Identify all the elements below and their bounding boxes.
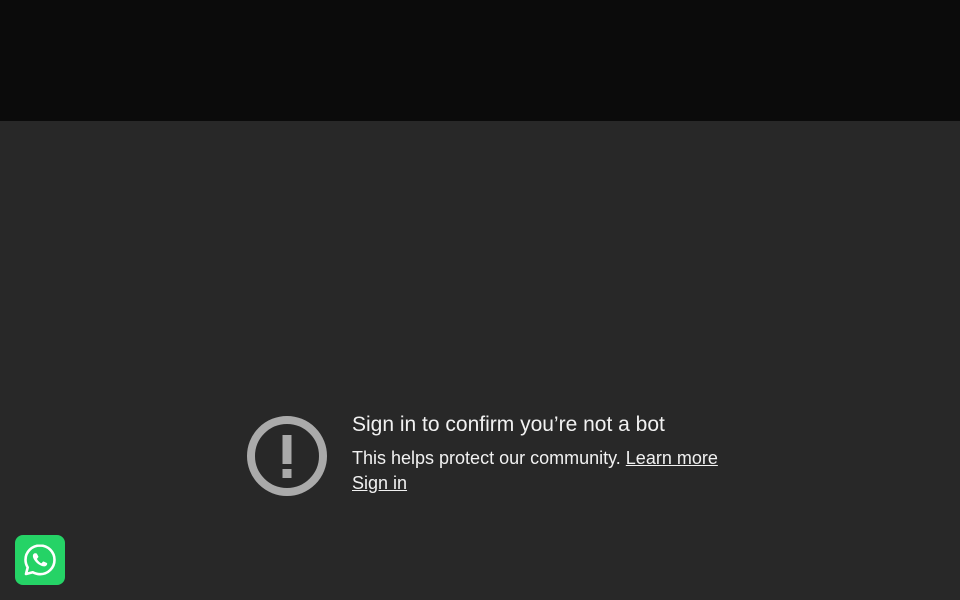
content-area	[0, 121, 960, 600]
notice-description-text: This helps protect our community.	[352, 448, 621, 468]
bot-check-message: Sign in to confirm you’re not a bot This…	[352, 410, 772, 496]
sign-in-link[interactable]: Sign in	[352, 473, 407, 493]
learn-more-link[interactable]: Learn more	[626, 448, 718, 468]
sign-in-row: Sign in	[352, 471, 772, 496]
exclamation-circle-icon	[247, 416, 327, 496]
whatsapp-chat-button[interactable]	[15, 535, 65, 585]
whatsapp-icon	[24, 544, 56, 576]
notice-title: Sign in to confirm you’re not a bot	[352, 413, 665, 436]
top-bar	[0, 0, 960, 121]
notice-description: This helps protect our community. Learn …	[352, 446, 772, 471]
